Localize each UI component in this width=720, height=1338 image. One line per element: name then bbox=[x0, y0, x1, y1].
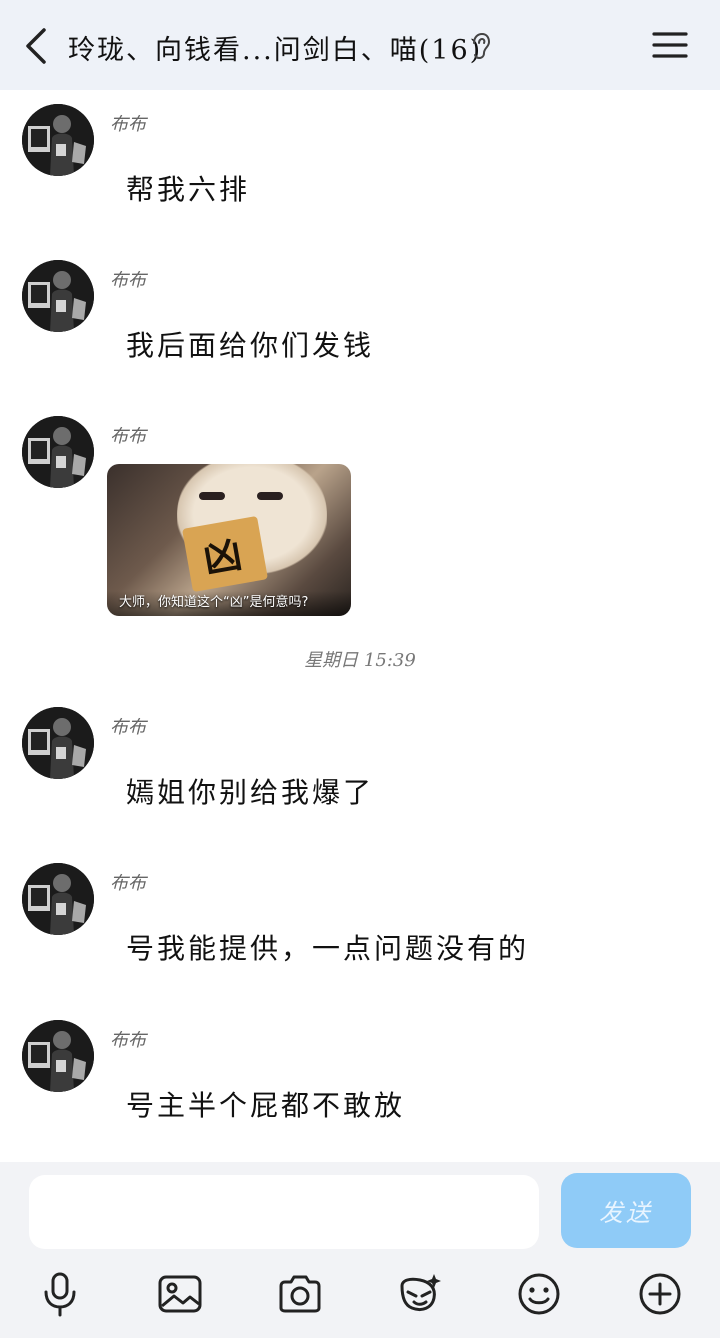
message-input[interactable] bbox=[29, 1175, 539, 1249]
sender-name: 布布 bbox=[110, 426, 146, 447]
avatar[interactable] bbox=[22, 863, 94, 935]
avatar[interactable] bbox=[22, 416, 94, 488]
timestamp: 星期日 15:39 bbox=[304, 650, 416, 671]
plush-eye bbox=[257, 492, 283, 500]
ear-icon bbox=[470, 32, 492, 60]
sender-name: 布布 bbox=[110, 1030, 146, 1051]
menu-icon[interactable] bbox=[652, 30, 688, 60]
avatar[interactable] bbox=[22, 707, 94, 779]
input-toolbar bbox=[0, 1266, 720, 1322]
camera-icon[interactable] bbox=[276, 1270, 324, 1318]
image-icon[interactable] bbox=[156, 1270, 204, 1318]
sticker-image[interactable]: 凶 大师，你知道这个“凶”是何意吗? bbox=[107, 464, 351, 616]
composer-bar: 发送 bbox=[0, 1162, 720, 1338]
sticker-caption: 大师，你知道这个“凶”是何意吗? bbox=[107, 591, 351, 616]
message-text[interactable]: 号我能提供，一点问题没有的 bbox=[126, 927, 529, 967]
plus-icon[interactable] bbox=[636, 1270, 684, 1318]
emoji-icon[interactable] bbox=[515, 1270, 563, 1318]
plush-eye bbox=[199, 492, 225, 500]
message-list[interactable]: 布布 帮我六排 布布 我后面给你们发钱 布布 凶 大师，你知道这个“凶”是何意吗… bbox=[0, 90, 720, 1162]
sender-name: 布布 bbox=[110, 270, 146, 291]
chat-header: 玲珑、向钱看...问剑白、喵(16) bbox=[0, 0, 720, 90]
message-text[interactable]: 帮我六排 bbox=[126, 168, 250, 208]
send-button[interactable]: 发送 bbox=[561, 1173, 691, 1248]
sender-name: 布布 bbox=[110, 114, 146, 135]
chat-title[interactable]: 玲珑、向钱看...问剑白、喵(16) bbox=[68, 28, 482, 67]
sender-name: 布布 bbox=[110, 873, 146, 894]
microphone-icon[interactable] bbox=[36, 1270, 84, 1318]
sender-name: 布布 bbox=[110, 717, 146, 738]
chevron-left-icon[interactable] bbox=[22, 26, 52, 66]
message-text[interactable]: 嫣姐你别给我爆了 bbox=[126, 771, 374, 811]
avatar[interactable] bbox=[22, 260, 94, 332]
message-text[interactable]: 我后面给你们发钱 bbox=[126, 324, 374, 364]
avatar[interactable] bbox=[22, 1020, 94, 1092]
sticker-icon[interactable] bbox=[396, 1270, 444, 1318]
message-text[interactable]: 号主半个屁都不敢放 bbox=[126, 1084, 405, 1124]
avatar[interactable] bbox=[22, 104, 94, 176]
